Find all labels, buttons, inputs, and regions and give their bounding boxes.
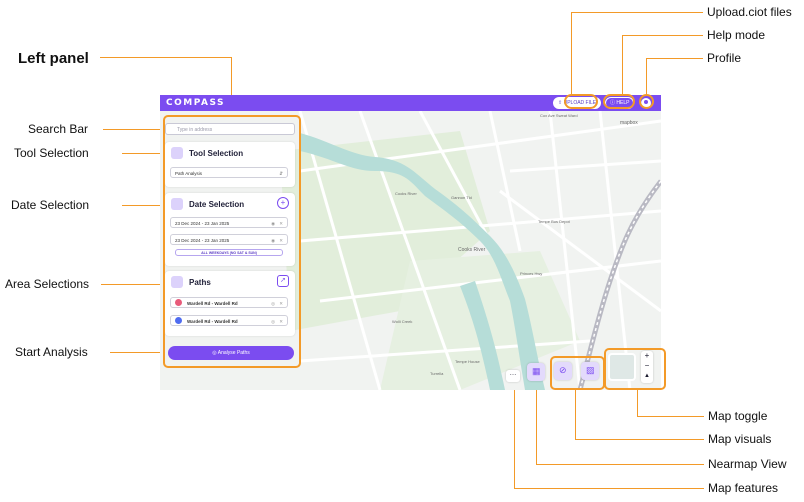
leader-nearmap — [536, 464, 704, 465]
upload-icon: ⇧ — [558, 100, 563, 106]
callout-upload-files: Upload.ciot files — [707, 5, 792, 19]
map-label: Wolli Creek — [392, 319, 413, 324]
callout-tool-selection: Tool Selection — [14, 146, 89, 160]
leader-visuals-v — [575, 388, 576, 439]
callout-search-bar: Search Bar — [28, 122, 89, 136]
leader-start — [110, 352, 164, 353]
map-label: Cooks River — [395, 191, 417, 196]
map-label: Cox Ave Sweat Ward — [540, 113, 578, 118]
nearmap-view-button[interactable]: ▦ — [527, 363, 545, 381]
leader-help-v — [622, 35, 623, 97]
map-label: Tempe House — [455, 359, 480, 364]
highlight-map-toggle — [604, 348, 666, 390]
mapbox-logo: mapbox — [620, 120, 638, 126]
leader-toggle — [637, 416, 704, 417]
map-label: Princes Hwy — [520, 271, 543, 276]
leader-upload — [571, 12, 703, 13]
leader-profile-v — [646, 58, 647, 96]
callout-start-analysis: Start Analysis — [15, 345, 88, 359]
leader-features — [514, 488, 704, 489]
leader-upload-v — [571, 12, 572, 98]
callout-map-visuals: Map visuals — [708, 432, 772, 446]
leader-nearmap-v — [536, 385, 537, 464]
map-label: Turrella — [430, 371, 444, 376]
map-label: Cooks River — [458, 247, 486, 253]
highlight-left-panel — [163, 115, 301, 368]
callout-left-panel: Left panel — [18, 50, 89, 67]
highlight-profile — [639, 94, 654, 109]
callout-date-selection: Date Selection — [11, 198, 90, 212]
map-label: Gannon Tld — [451, 195, 472, 200]
callout-map-toggle: Map toggle — [708, 409, 768, 423]
callout-area-selections: Area Selections — [5, 277, 90, 291]
highlight-map-visuals — [550, 356, 605, 390]
app-logo[interactable]: COMPASS — [166, 98, 225, 108]
callout-profile: Profile — [707, 51, 742, 65]
callout-map-features: Map features — [708, 481, 779, 495]
callout-help-mode: Help mode — [707, 28, 766, 42]
nearmap-icon: ▦ — [532, 366, 541, 376]
highlight-upload — [564, 94, 598, 109]
leader-left-panel — [100, 57, 231, 58]
callout-nearmap-view: Nearmap View — [708, 457, 787, 471]
map-features-button[interactable]: … — [506, 370, 520, 382]
leader-features-v — [514, 384, 515, 488]
highlight-help — [603, 94, 635, 109]
leader-visuals — [575, 439, 704, 440]
leader-toggle-v — [637, 388, 638, 416]
leader-profile — [646, 58, 703, 59]
leader-help — [622, 35, 703, 36]
map-label: Tempe Bus Depot — [538, 219, 570, 224]
